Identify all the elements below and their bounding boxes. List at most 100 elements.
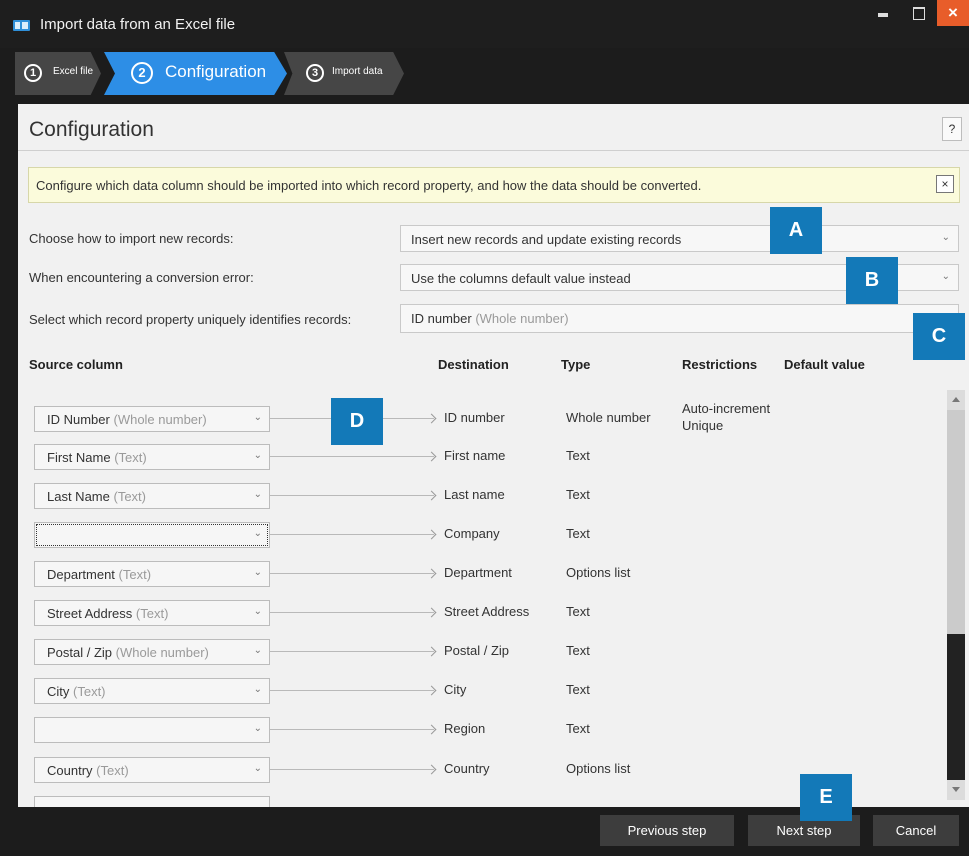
- mapping-row: ID Number (Whole number) ⌄ ID number Whol…: [18, 401, 947, 442]
- callout-marker-b: B: [846, 257, 898, 304]
- type-label: Text: [566, 604, 590, 619]
- divider: [18, 150, 969, 151]
- step-number: 2: [131, 62, 153, 84]
- scroll-down-icon[interactable]: [947, 780, 965, 800]
- destination-header: Destination: [438, 357, 509, 372]
- step-label: Excel file: [53, 66, 94, 77]
- chevron-down-icon: ⌄: [253, 528, 262, 539]
- import-dialog: Import data from an Excel file × 1 Excel…: [0, 0, 969, 856]
- type-label: Text: [566, 682, 590, 697]
- restrictions-label: Auto-increment Unique: [682, 401, 771, 433]
- destination-label: Last name: [444, 487, 505, 502]
- previous-step-button[interactable]: Previous step: [600, 815, 734, 846]
- step-excel-file[interactable]: 1 Excel file: [15, 52, 101, 95]
- type-header: Type: [561, 357, 591, 372]
- source-column-select[interactable]: ⌄: [34, 717, 270, 743]
- destination-label: City: [444, 682, 467, 697]
- source-column-value: Last Name (Text): [47, 489, 146, 504]
- import-mode-select[interactable]: Insert new records and update existing r…: [400, 225, 959, 252]
- chevron-down-icon: ⌄: [253, 645, 262, 656]
- window-title: Import data from an Excel file: [40, 16, 236, 33]
- type-label: Text: [566, 721, 590, 736]
- info-banner: Configure which data column should be im…: [28, 167, 960, 203]
- source-column-select[interactable]: Department (Text) ⌄: [34, 561, 270, 587]
- destination-label: Company: [444, 526, 500, 541]
- type-label: Text: [566, 643, 590, 658]
- type-label: Text: [566, 487, 590, 502]
- chevron-down-icon: ⌄: [253, 606, 262, 617]
- destination-label: Department: [444, 565, 512, 580]
- source-column-header: Source column: [29, 357, 123, 372]
- import-mode-value: Insert new records and update existing r…: [411, 232, 682, 247]
- source-column-select[interactable]: Last Name (Text) ⌄: [34, 483, 270, 509]
- arrow-icon: [270, 612, 434, 613]
- close-icon[interactable]: ×: [937, 0, 969, 26]
- unique-property-name: ID number: [411, 311, 472, 326]
- source-column-select[interactable]: ⌄: [34, 522, 270, 548]
- arrow-icon: [270, 573, 434, 574]
- step-import-data[interactable]: 3 Import data: [284, 52, 404, 95]
- scrollbar-thumb[interactable]: [947, 410, 965, 634]
- arrow-icon: [270, 729, 434, 730]
- chevron-down-icon: ⌄: [253, 763, 262, 774]
- maximize-icon[interactable]: [901, 0, 935, 26]
- source-column-value: Country (Text): [47, 763, 129, 778]
- callout-marker-e: E: [800, 774, 852, 821]
- mapping-row: ⌄ Company Text: [18, 520, 947, 558]
- title-bar: Import data from an Excel file ×: [0, 0, 969, 48]
- mapping-row: Last Name (Text) ⌄ Last name Text: [18, 481, 947, 519]
- step-label: Configuration: [165, 62, 267, 81]
- mapping-row: Street Address (Text) ⌄ Street Address Te…: [18, 598, 947, 636]
- type-label: Options list: [566, 761, 631, 776]
- callout-marker-c: C: [913, 313, 965, 360]
- source-column-select[interactable]: ID Number (Whole number) ⌄: [34, 406, 270, 432]
- source-column-select[interactable]: [34, 796, 270, 807]
- unique-property-value: ID number (Whole number): [411, 311, 569, 326]
- source-column-select[interactable]: First Name (Text) ⌄: [34, 444, 270, 470]
- restrictions-header: Restrictions: [682, 357, 758, 372]
- chevron-down-icon: ⌄: [253, 412, 262, 423]
- destination-label: First name: [444, 448, 506, 463]
- unique-property-select[interactable]: ID number (Whole number): [400, 304, 959, 333]
- column-mapping-list: ID Number (Whole number) ⌄ ID number Whol…: [18, 384, 947, 807]
- chevron-down-icon: ⌄: [253, 684, 262, 695]
- close-icon[interactable]: ×: [936, 175, 954, 193]
- mapping-row: First Name (Text) ⌄ First name Text: [18, 442, 947, 480]
- help-button[interactable]: ?: [942, 117, 962, 141]
- info-text: Configure which data column should be im…: [36, 178, 702, 193]
- scrollbar-track[interactable]: [947, 634, 965, 780]
- mapping-row: Department (Text) ⌄ Department Options li…: [18, 559, 947, 597]
- unique-property-hint: (Whole number): [475, 311, 569, 326]
- source-column-select[interactable]: Postal / Zip (Whole number) ⌄: [34, 639, 270, 665]
- chevron-down-icon: ⌄: [253, 489, 262, 500]
- cancel-button[interactable]: Cancel: [873, 815, 959, 846]
- arrow-icon: [270, 769, 434, 770]
- chevron-down-icon: ⌄: [253, 450, 262, 461]
- chevron-down-icon: ⌄: [941, 232, 950, 243]
- arrow-icon: [270, 456, 434, 457]
- destination-label: Postal / Zip: [444, 643, 510, 658]
- chevron-down-icon: ⌄: [941, 271, 950, 282]
- arrow-icon: [270, 495, 434, 496]
- source-column-select[interactable]: City (Text) ⌄: [34, 678, 270, 704]
- vertical-scrollbar[interactable]: [947, 390, 965, 800]
- minimize-icon[interactable]: [866, 0, 900, 26]
- chevron-down-icon: ⌄: [253, 723, 262, 734]
- chevron-down-icon: ⌄: [253, 567, 262, 578]
- destination-label: ID number: [444, 410, 505, 425]
- destination-label: Country: [444, 761, 490, 776]
- scroll-up-icon[interactable]: [947, 390, 965, 410]
- page-title: Configuration: [29, 118, 154, 141]
- source-column-select[interactable]: Country (Text) ⌄: [34, 757, 270, 783]
- step-number: 3: [306, 64, 324, 82]
- source-column-value: Postal / Zip (Whole number): [47, 645, 209, 660]
- default-value-header: Default value: [784, 357, 865, 372]
- step-configuration[interactable]: 2 Configuration: [104, 52, 287, 95]
- arrow-icon: [270, 534, 434, 535]
- source-column-select[interactable]: Street Address (Text) ⌄: [34, 600, 270, 626]
- destination-label: Region: [444, 721, 486, 736]
- type-label: Whole number: [566, 410, 651, 425]
- arrow-icon: [270, 690, 434, 691]
- type-label: Text: [566, 448, 590, 463]
- source-column-value: Department (Text): [47, 567, 152, 582]
